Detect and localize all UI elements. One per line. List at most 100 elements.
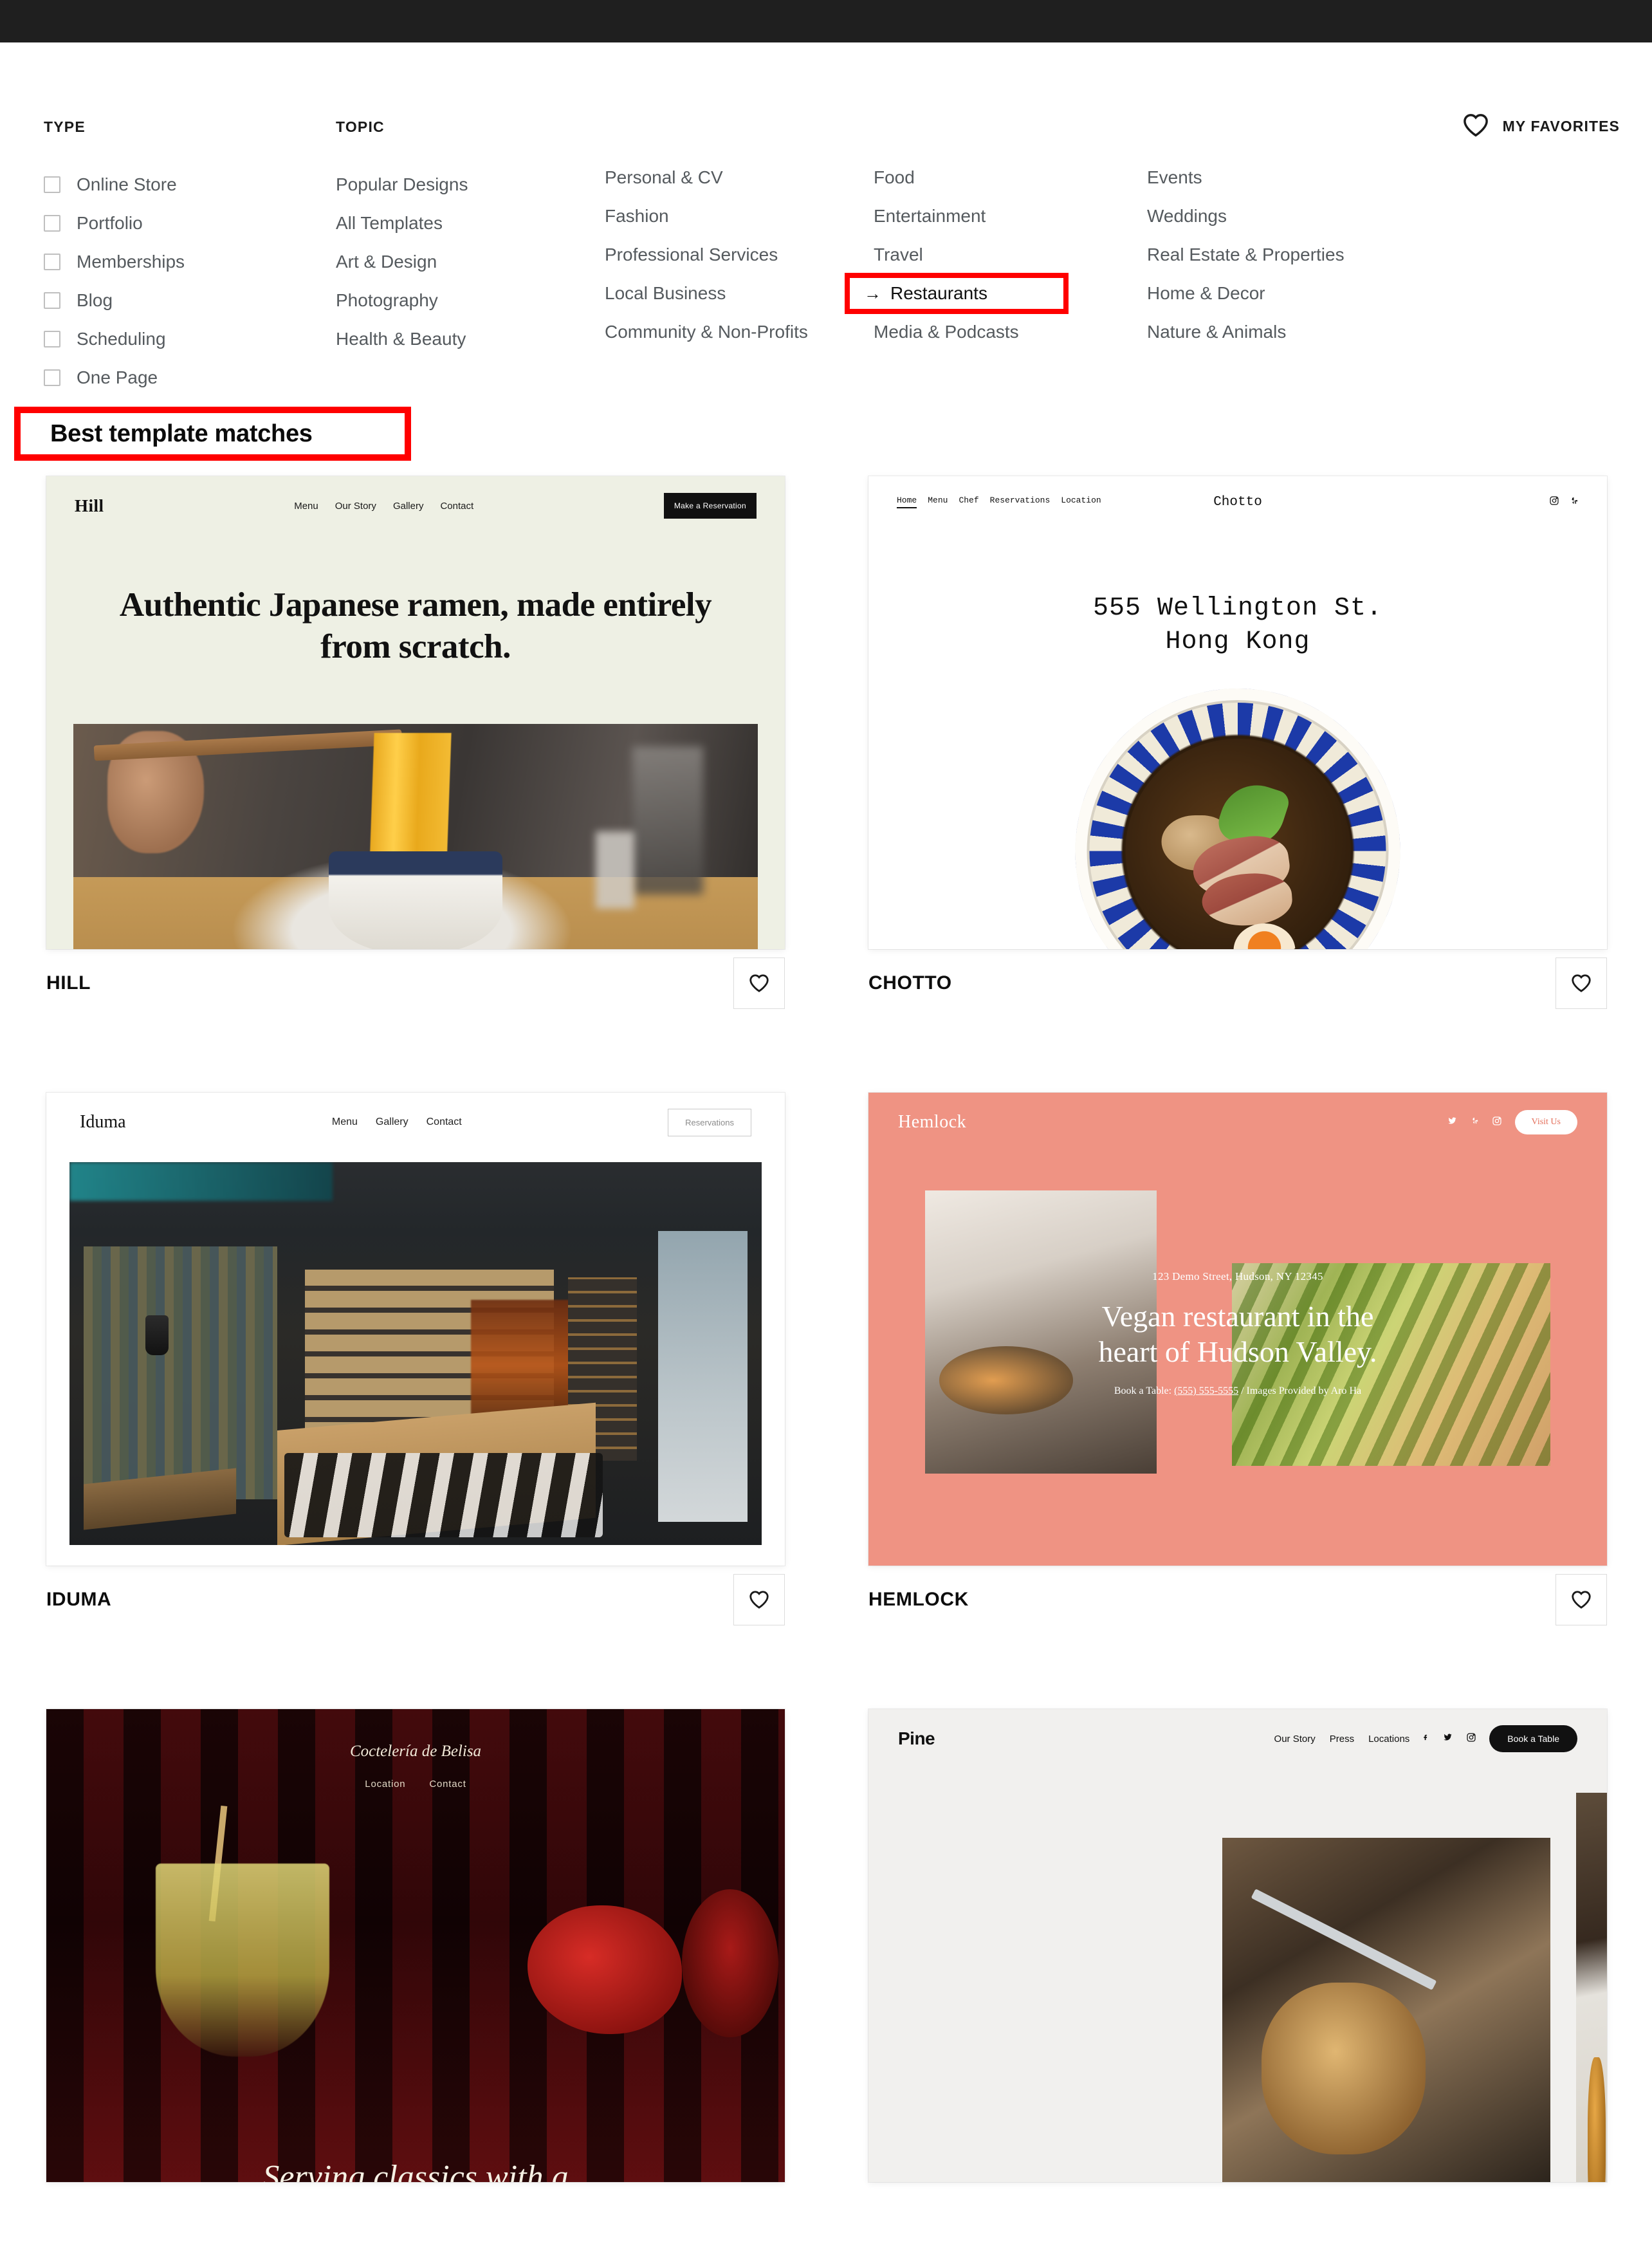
topic-item-personal-cv[interactable]: Personal & CV <box>605 158 875 197</box>
topic-item-art-design[interactable]: Art & Design <box>336 243 580 281</box>
template-row: Hill Menu Our Story Gallery Contact Make… <box>0 476 1652 1017</box>
mini-nav-link: Menu <box>294 500 318 512</box>
template-card-cocteleria[interactable]: Coctelería de Belisa Location Contact Se… <box>46 1709 785 2182</box>
checkbox-box[interactable] <box>44 331 60 347</box>
topic-item-real-estate-properties[interactable]: Real Estate & Properties <box>1147 236 1443 274</box>
mini-nav-right-hemlock: Visit Us <box>1447 1110 1577 1134</box>
filter-column-type: TYPE Online Store Portfolio Memberships … <box>44 118 288 397</box>
filter-checkbox-online-store[interactable]: Online Store <box>44 165 288 204</box>
mini-nav-link: Menu <box>928 495 948 505</box>
mini-nav-link: Gallery <box>392 500 424 512</box>
topic-item-professional-services[interactable]: Professional Services <box>605 236 875 274</box>
mini-nav-link: Location <box>365 1779 406 1790</box>
checkbox-label: Portfolio <box>77 213 143 233</box>
checkbox-box[interactable] <box>44 254 60 270</box>
arrow-right-icon: → <box>864 283 881 303</box>
template-preview-cocteleria[interactable]: Coctelería de Belisa Location Contact Se… <box>46 1709 785 2182</box>
my-favorites-button[interactable]: MY FAVORITES <box>1462 112 1620 141</box>
checkbox-box[interactable] <box>44 369 60 386</box>
topic-item-photography[interactable]: Photography <box>336 281 580 320</box>
topic-item-media-podcasts[interactable]: Media & Podcasts <box>874 313 1144 351</box>
favorite-toggle-hemlock[interactable] <box>1556 1573 1607 1625</box>
template-card-hemlock[interactable]: Hemlock Visit Us 123 Demo Street, Hudson… <box>868 1093 1607 1633</box>
topic-item-food[interactable]: Food <box>874 158 1144 197</box>
topic-item-home-decor[interactable]: Home & Decor <box>1147 274 1443 313</box>
mini-logo-hemlock: Hemlock <box>898 1112 967 1132</box>
browser-chrome-bar <box>0 0 1652 42</box>
type-checkbox-list: Online Store Portfolio Memberships Blog … <box>44 165 288 397</box>
instagram-icon <box>1549 495 1559 509</box>
topic-list-4: Events Weddings Real Estate & Properties… <box>1147 158 1443 351</box>
decor-egg <box>1233 923 1295 949</box>
checkbox-box[interactable] <box>44 176 60 193</box>
mini-headline-line2: Hong Kong <box>1165 627 1310 656</box>
mini-nav-links-hill: Menu Our Story Gallery Contact <box>294 501 473 512</box>
template-row: Iduma Menu Gallery Contact Reservations <box>0 1093 1652 1633</box>
mini-nav-link: Our Story <box>335 500 376 512</box>
twitter-icon <box>1442 1732 1453 1745</box>
mini-nav-pine: Pine Our Story Press Locations Book a Ta… <box>868 1709 1607 1768</box>
favorite-toggle-hill[interactable] <box>733 957 785 1009</box>
topic-item-nature-animals[interactable]: Nature & Animals <box>1147 313 1443 351</box>
topic-item-entertainment[interactable]: Entertainment <box>874 197 1144 236</box>
filter-checkbox-portfolio[interactable]: Portfolio <box>44 204 288 243</box>
topic-item-travel[interactable]: Travel <box>874 236 1144 274</box>
template-card-pine[interactable]: Pine Our Story Press Locations Book a Ta… <box>868 1709 1607 2182</box>
filter-checkbox-scheduling[interactable]: Scheduling <box>44 320 288 358</box>
instagram-icon <box>1492 1116 1502 1129</box>
page-title: Best template matches <box>50 420 313 447</box>
checkbox-label: Online Store <box>77 174 177 194</box>
template-preview-pine[interactable]: Pine Our Story Press Locations Book a Ta… <box>868 1709 1607 2182</box>
decor-blur <box>596 831 635 909</box>
template-preview-hemlock[interactable]: Hemlock Visit Us 123 Demo Street, Hudson… <box>868 1093 1607 1566</box>
checkbox-box[interactable] <box>44 292 60 309</box>
template-preview-hill[interactable]: Hill Menu Our Story Gallery Contact Make… <box>46 476 785 949</box>
mini-headline-cocteleria: Serving classics with a <box>262 2159 569 2182</box>
mini-nav-chotto: Home Menu Chef Reservations Location Cho… <box>868 476 1607 528</box>
filter-checkbox-one-page[interactable]: One Page <box>44 358 288 397</box>
topic-list-2: Personal & CV Fashion Professional Servi… <box>605 158 875 351</box>
topic-item-events[interactable]: Events <box>1147 158 1443 197</box>
mini-nav-link: Gallery <box>375 1116 408 1127</box>
mini-site-chotto: Home Menu Chef Reservations Location Cho… <box>868 476 1607 949</box>
mini-cta-pine: Book a Table <box>1489 1725 1577 1752</box>
topic-item-local-business[interactable]: Local Business <box>605 274 875 313</box>
decor-chairs <box>284 1453 603 1538</box>
mini-nav-link: Our Story <box>1274 1733 1316 1744</box>
mini-logo-iduma: Iduma <box>80 1112 126 1132</box>
yelp-icon <box>1570 495 1579 509</box>
mini-footer-separator: / <box>1241 1385 1244 1396</box>
topic-item-weddings[interactable]: Weddings <box>1147 197 1443 236</box>
topic-item-all-templates[interactable]: All Templates <box>336 204 580 243</box>
filter-heading-type: TYPE <box>44 118 86 135</box>
favorite-toggle-chotto[interactable] <box>1556 957 1607 1009</box>
template-card-iduma[interactable]: Iduma Menu Gallery Contact Reservations <box>46 1093 785 1633</box>
template-preview-iduma[interactable]: Iduma Menu Gallery Contact Reservations <box>46 1093 785 1566</box>
filter-checkbox-blog[interactable]: Blog <box>44 281 288 320</box>
filter-checkbox-memberships[interactable]: Memberships <box>44 243 288 281</box>
topic-item-health-beauty[interactable]: Health & Beauty <box>336 320 580 358</box>
topic-item-fashion[interactable]: Fashion <box>605 197 875 236</box>
template-preview-chotto[interactable]: Home Menu Chef Reservations Location Cho… <box>868 476 1607 949</box>
decor-cocktail-glass <box>156 1864 329 2057</box>
section-heading-best-template-matches: Best template matches <box>14 407 411 461</box>
checkbox-label: Blog <box>77 290 113 310</box>
favorite-toggle-iduma[interactable] <box>733 1573 785 1625</box>
template-name: IDUMA <box>46 1588 112 1610</box>
mini-nav-hemlock: Hemlock Visit Us <box>868 1093 1607 1152</box>
mini-site-pine: Pine Our Story Press Locations Book a Ta… <box>868 1709 1607 2182</box>
mini-nav-links-cocteleria: Location Contact <box>46 1779 785 1790</box>
mini-headline-line1: Vegan restaurant in the <box>1101 1300 1374 1333</box>
template-card-chotto[interactable]: Home Menu Chef Reservations Location Cho… <box>868 476 1607 1017</box>
topic-item-popular-designs[interactable]: Popular Designs <box>336 165 580 204</box>
topic-item-restaurants-highlighted[interactable]: → Restaurants <box>845 273 1069 314</box>
topic-item-community-non-profits[interactable]: Community & Non-Profits <box>605 313 875 351</box>
template-grid: Hill Menu Our Story Gallery Contact Make… <box>0 476 1652 2258</box>
decor-window <box>657 1231 748 1522</box>
instagram-icon <box>1466 1732 1476 1746</box>
decor-strawberry <box>682 1889 778 2037</box>
mini-social-chotto <box>1549 495 1579 509</box>
template-card-hill[interactable]: Hill Menu Our Story Gallery Contact Make… <box>46 476 785 1017</box>
checkbox-box[interactable] <box>44 215 60 232</box>
mini-nav-link: Chef <box>959 495 979 505</box>
